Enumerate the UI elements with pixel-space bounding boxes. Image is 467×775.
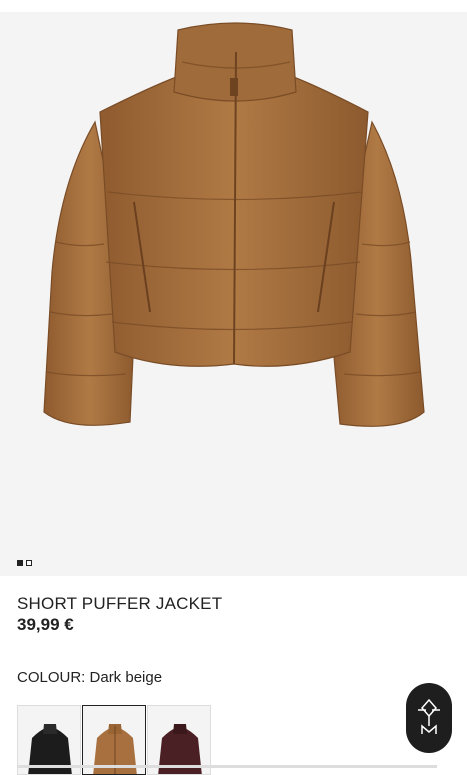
product-price: 39,99 € — [17, 615, 74, 634]
assistant-button[interactable] — [406, 683, 452, 753]
gallery-pagination[interactable] — [17, 560, 32, 566]
colour-label: COLOUR: — [17, 669, 86, 686]
jacket-image — [43, 22, 425, 427]
assistant-logo-icon — [418, 698, 440, 734]
product-image-gallery[interactable] — [0, 12, 467, 576]
product-title: SHORT PUFFER JACKET — [17, 594, 223, 613]
colour-value: Dark beige — [89, 669, 163, 686]
gallery-dot-2[interactable] — [26, 560, 32, 566]
colour-line: COLOUR: Dark beige — [17, 669, 162, 686]
gallery-dot-1[interactable] — [17, 560, 23, 566]
